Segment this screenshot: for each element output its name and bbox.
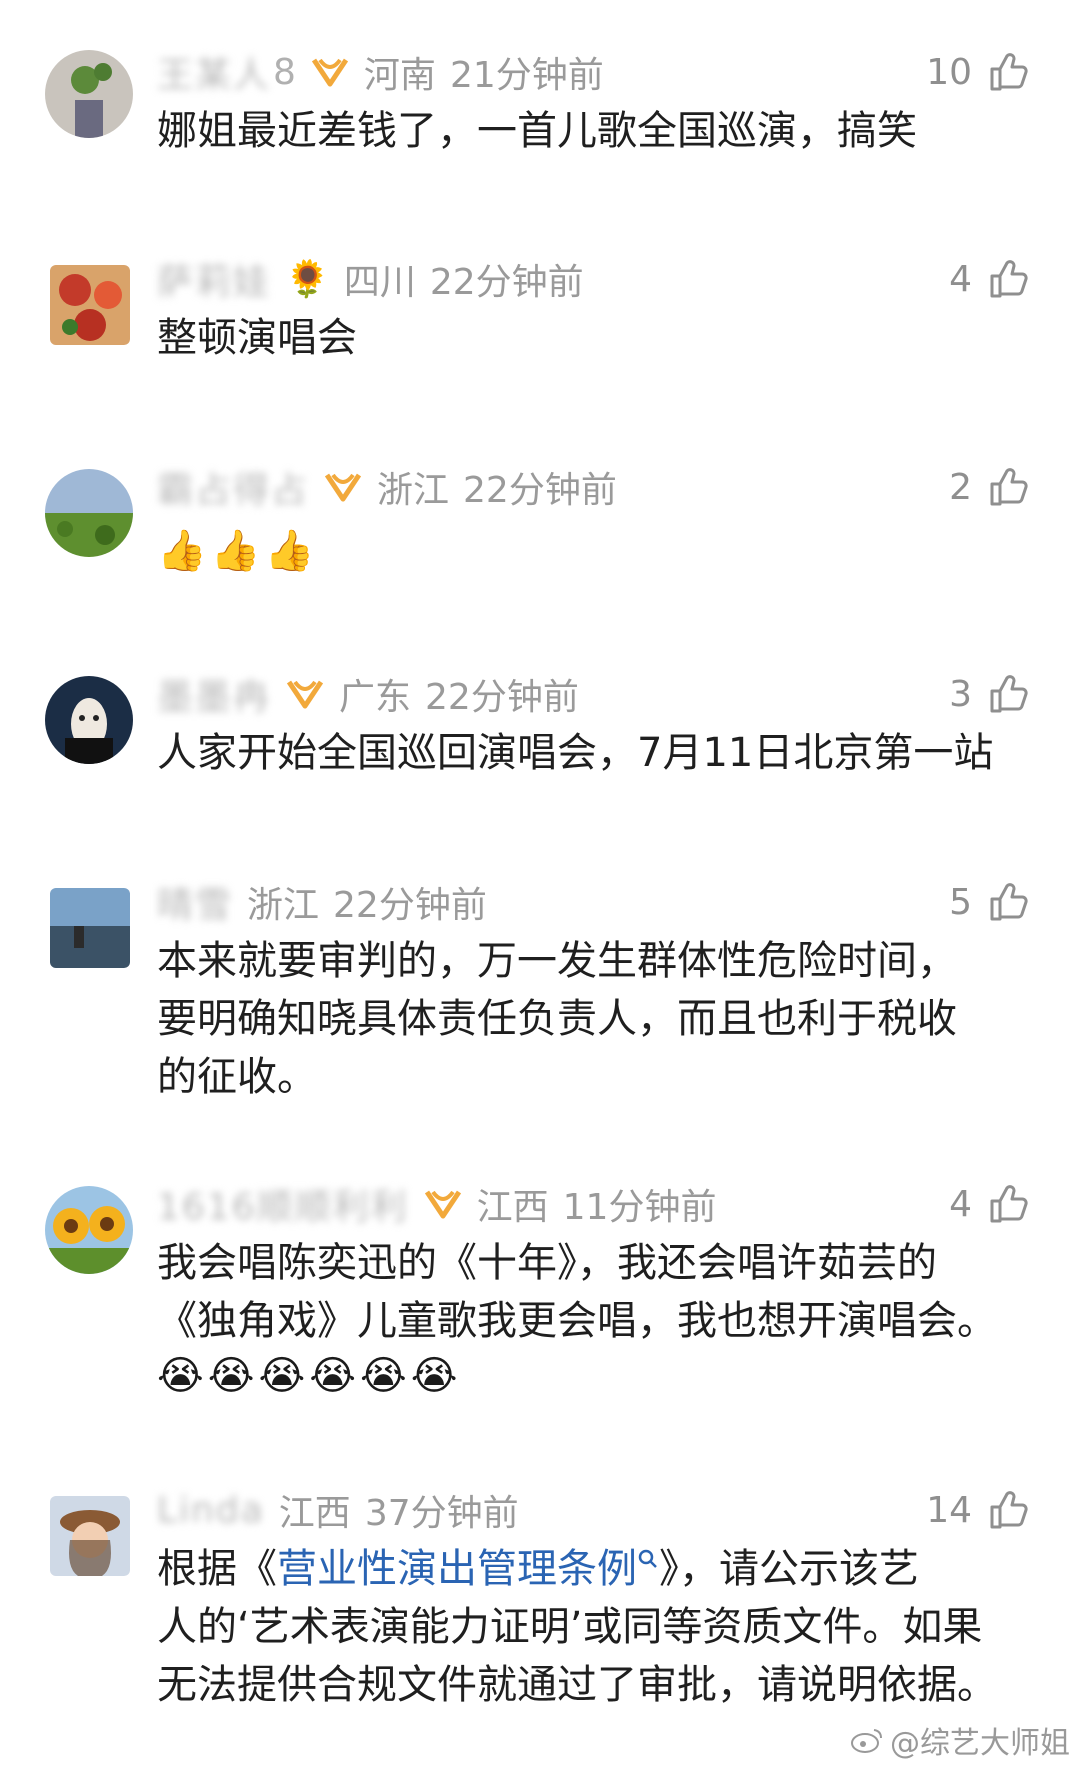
comment-item: 王某人 8 河南 21分钟前 10 娜姐最近差钱了，一首儿歌全国巡演，搞笑 (0, 50, 1080, 180)
username[interactable]: Linda (157, 1490, 265, 1531)
member-badge-icon (286, 680, 324, 709)
thumbs-up-icon[interactable] (988, 1489, 1030, 1531)
region: 浙江 (247, 885, 320, 926)
like-count: 4 (949, 1183, 972, 1225)
comment-text: 整顿演唱会 (157, 315, 357, 361)
region: 河南 (363, 55, 436, 96)
timestamp: 22分钟前 (463, 470, 617, 511)
avatar[interactable] (45, 469, 133, 557)
region: 江西 (278, 1493, 351, 1534)
sunflower-icon: 🌻 (285, 259, 330, 300)
thumbs-up-icon[interactable] (988, 466, 1030, 508)
timestamp: 21分钟前 (449, 55, 604, 96)
thumbs-up-emoji-icon: 👍 (157, 528, 207, 574)
timestamp: 22分钟前 (429, 262, 584, 303)
like-count: 2 (949, 466, 972, 508)
avatar[interactable] (45, 1186, 133, 1274)
avatar[interactable] (50, 888, 130, 968)
weibo-logo-icon (851, 1729, 882, 1753)
crying-laugh-emoji-icon: 😭 (360, 1353, 407, 1399)
thumbs-up-icon[interactable] (988, 258, 1030, 300)
watermark-text: @综艺大师姐 (890, 1726, 1070, 1761)
avatar[interactable] (45, 50, 133, 138)
region: 浙江 (377, 470, 450, 511)
username[interactable]: 王某人 (157, 46, 271, 98)
username[interactable]: 1616顺顺利利 (157, 1178, 409, 1230)
region: 广东 (339, 677, 412, 718)
region: 四川 (343, 262, 416, 303)
like-count: 4 (949, 258, 972, 300)
region: 江西 (476, 1187, 549, 1228)
search-icon[interactable] (637, 1548, 659, 1570)
comment-text: 人家开始全国巡回演唱会，7月11日北京第一站 (157, 730, 994, 776)
timestamp: 22分钟前 (425, 677, 579, 718)
comment-text: 本来就要审判的，万一发生群体性危险时间， 要明确知晓具体责任负责人，而且也利于税… (157, 938, 957, 1100)
emoji-row: 👍 👍 👍 (157, 527, 314, 575)
watermark: @综艺大师姐 (850, 1718, 1070, 1762)
like-button[interactable]: 4 (949, 1174, 1030, 1234)
comment-item: 晴雪 浙江 22分钟前 5 本来就要审判的，万一发生群体性危险时间， 要明确知晓… (0, 880, 1080, 1120)
avatar[interactable] (50, 265, 130, 345)
username-suffix: 8 (273, 51, 296, 93)
avatar[interactable] (50, 1496, 130, 1576)
username[interactable]: 晴雪 (157, 876, 233, 928)
thumbs-up-icon[interactable] (988, 881, 1030, 923)
thumbs-up-icon[interactable] (988, 1183, 1030, 1225)
username[interactable]: 霸占得占 (157, 461, 309, 513)
crying-laugh-emoji-icon: 😭 (207, 1353, 255, 1399)
crying-laugh-emoji-icon: 😭 (309, 1353, 356, 1399)
comment-item: 霸占得占 浙江 22分钟前 2 👍 👍 👍 (0, 465, 1080, 595)
crying-laugh-emoji-icon: 😭 (410, 1353, 458, 1399)
crying-laugh-emoji-icon: 😭 (157, 1353, 204, 1399)
comment-text: 根据《营业性演出管理条例 》，请公示该艺 人的‘艺术表演能力证明’或同等资质文件。… (157, 1540, 1037, 1714)
thumbs-up-emoji-icon: 👍 (264, 528, 315, 574)
like-button[interactable]: 3 (949, 664, 1030, 724)
comment-item: Linda 江西 37分钟前 14 根据《营业性演出管理条例 》，请公示该艺 人的… (0, 1488, 1080, 1728)
like-button[interactable]: 5 (949, 872, 1030, 932)
like-button[interactable]: 4 (949, 249, 1030, 309)
member-badge-icon (311, 58, 349, 87)
timestamp: 37分钟前 (364, 1493, 519, 1534)
member-badge-icon (324, 473, 362, 502)
thumbs-up-emoji-icon: 👍 (210, 528, 261, 574)
like-count: 10 (926, 51, 972, 93)
comment-item: 萨莉娃 🌻 四川 22分钟前 4 整顿演唱会 (0, 257, 1080, 387)
username[interactable]: 萨莉娃 (157, 253, 271, 305)
comment-item: 墨墨冉 广东 22分钟前 3 人家开始全国巡回演唱会，7月11日北京第一站 (0, 672, 1080, 802)
comment-text: 我会唱陈奕迅的《十年》，我还会唱许茹芸的 《独角戏》儿童歌我更会唱，我也想开演唱… (157, 1240, 997, 1344)
comment-text: 娜姐最近差钱了，一首儿歌全国巡演，搞笑 (157, 108, 917, 154)
username[interactable]: 墨墨冉 (157, 668, 271, 720)
like-button[interactable]: 14 (926, 1480, 1030, 1540)
thumbs-up-icon[interactable] (988, 51, 1030, 93)
comment-item: 1616顺顺利利 江西 11分钟前 4 我会唱陈奕迅的《十年》，我还会唱许茹芸的… (0, 1182, 1080, 1412)
comment-text-part: 根据《 (157, 1546, 277, 1592)
member-badge-icon (424, 1190, 461, 1219)
like-count: 5 (949, 881, 972, 923)
emoji-row: 😭 😭 😭 😭 😭 😭 (157, 1352, 458, 1400)
like-count: 3 (949, 673, 972, 715)
avatar[interactable] (45, 676, 133, 764)
regulation-link[interactable]: 营业性演出管理条例 (277, 1546, 637, 1592)
crying-laugh-emoji-icon: 😭 (258, 1353, 306, 1399)
timestamp: 22分钟前 (333, 885, 487, 926)
like-button[interactable]: 10 (926, 42, 1030, 102)
like-count: 14 (926, 1489, 972, 1531)
timestamp: 11分钟前 (562, 1187, 717, 1228)
like-button[interactable]: 2 (949, 457, 1030, 517)
thumbs-up-icon[interactable] (988, 673, 1030, 715)
